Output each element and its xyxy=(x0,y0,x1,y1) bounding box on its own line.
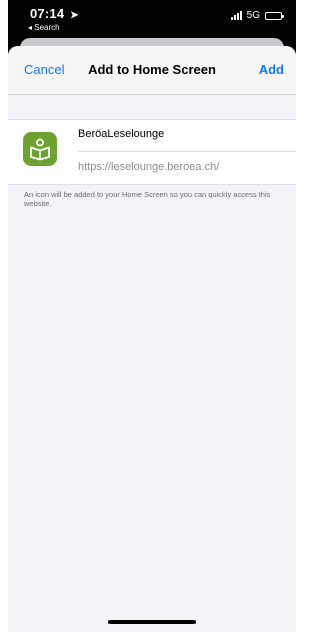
info-text: An icon will be added to your Home Scree… xyxy=(24,190,271,208)
add-to-home-sheet: Cancel Add to Home Screen Add BeröaLesel… xyxy=(8,46,296,632)
add-button[interactable]: Add xyxy=(259,62,284,77)
status-time-text: 07:14 xyxy=(30,6,65,21)
status-time: 07:14 ➤ xyxy=(30,6,79,21)
back-to-app-link[interactable]: ◂ Search xyxy=(28,23,60,32)
phone-screen: 07:14 ➤ ◂ Search 5G Cancel Add to Home S… xyxy=(8,0,296,632)
location-arrow-icon: ➤ xyxy=(70,10,79,21)
sheet-title: Add to Home Screen xyxy=(88,62,216,77)
status-indicators: 5G xyxy=(230,10,284,21)
row-divider xyxy=(78,151,296,152)
cellular-signal-icon xyxy=(230,11,242,20)
bookmark-group: BeröaLeselounge https://leselounge.beroe… xyxy=(8,119,296,185)
sheet-navbar: Cancel Add to Home Screen Add xyxy=(8,46,296,95)
bookmark-url: https://leselounge.beroea.ch/ xyxy=(78,161,220,173)
bookmark-name-field[interactable]: BeröaLeselounge xyxy=(78,128,164,140)
home-indicator[interactable] xyxy=(108,620,196,624)
battery-icon xyxy=(265,11,284,20)
network-type: 5G xyxy=(246,10,260,21)
book-reader-icon xyxy=(23,132,57,166)
